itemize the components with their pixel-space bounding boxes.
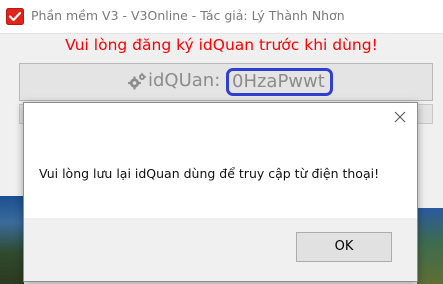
idquan-value: 0HzaPwwt [226,68,333,96]
window-title: Phần mềm V3 - V3Online - Tác giả: Lý Thà… [31,8,345,23]
dialog-message: Vui lòng lưu lại idQuan dùng để truy cập… [39,166,380,181]
idquan-label: idQUan: [148,70,221,91]
dialog-footer: OK [24,218,417,281]
close-icon[interactable] [392,109,408,125]
ok-button[interactable]: OK [296,232,392,262]
titlebar[interactable]: Phần mềm V3 - V3Online - Tác giả: Lý Thà… [0,0,443,34]
registration-warning: Vui lòng đăng ký idQuan trước khi dùng! [65,36,378,54]
gear-icon [127,72,147,92]
app-icon [6,8,24,25]
message-dialog: Vui lòng lưu lại idQuan dùng để truy cập… [23,102,418,282]
idquan-button[interactable]: idQUan: 0HzaPwwt [19,63,433,101]
desktop-background [0,196,24,284]
desktop-background [417,208,443,284]
